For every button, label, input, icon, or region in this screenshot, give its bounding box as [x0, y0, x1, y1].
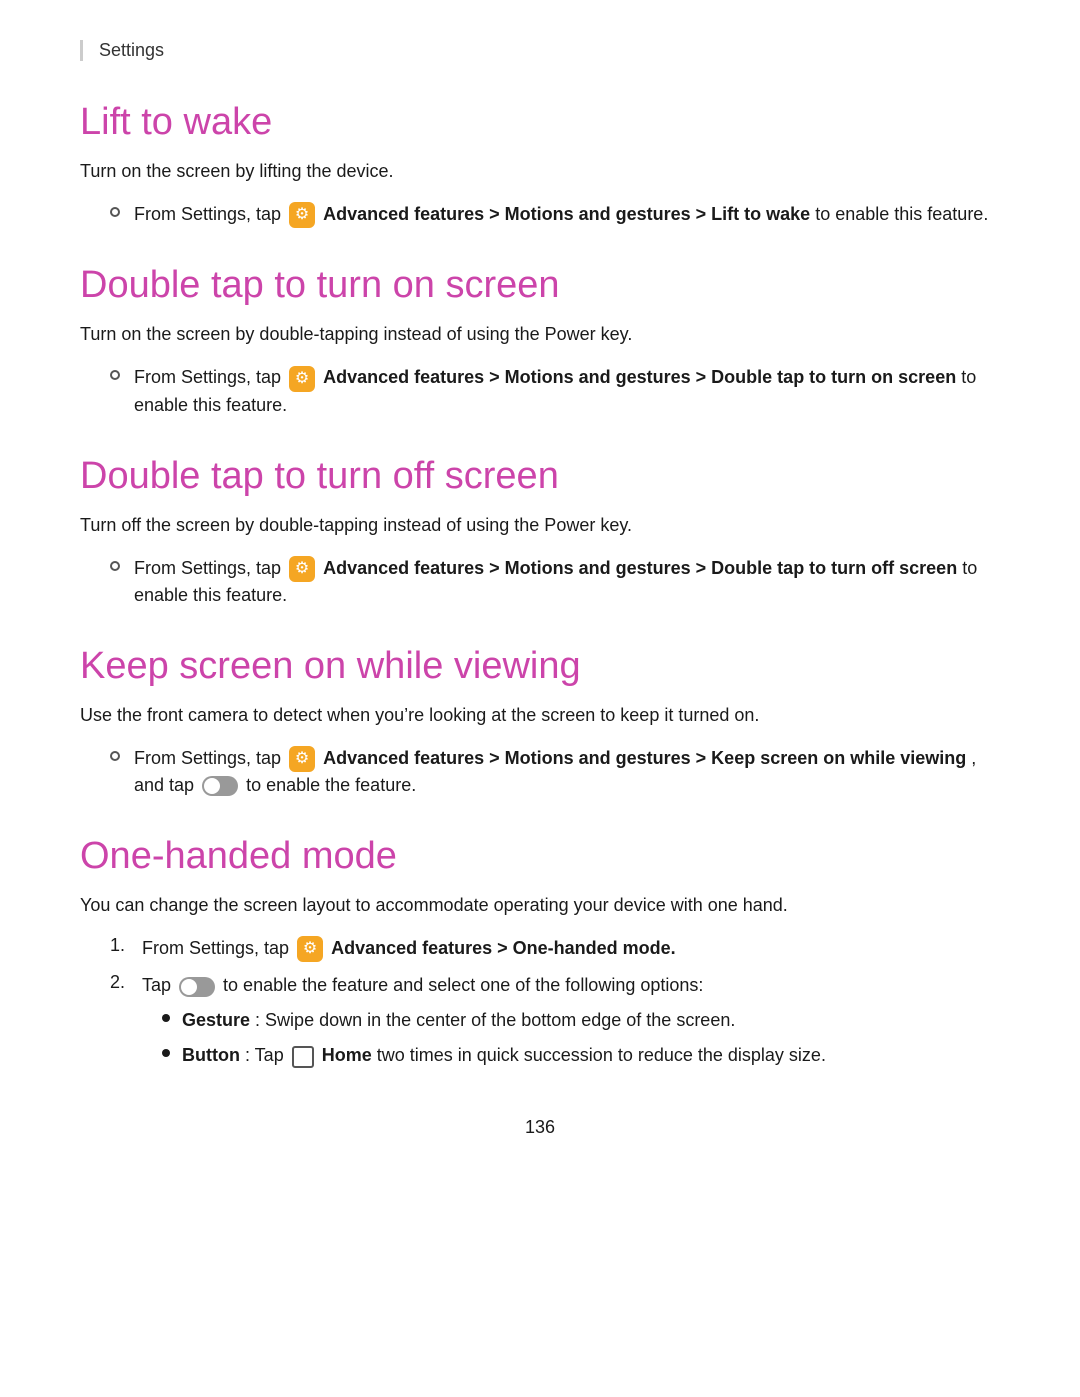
bullet-text-keep-screen-on: From Settings, tap Advanced features > M…: [134, 745, 1000, 799]
text-suffix: to enable the feature and select one of …: [223, 975, 703, 995]
bullet-lift-to-wake: From Settings, tap Advanced features > M…: [110, 201, 1000, 228]
bold-nav-text: Advanced features > One-handed mode.: [331, 938, 676, 958]
toggle-icon: [179, 977, 215, 997]
section-double-tap-on: Double tap to turn on screen Turn on the…: [80, 264, 1000, 418]
numbered-label-2: 2.: [110, 972, 142, 993]
text-prefix: From Settings, tap: [134, 748, 286, 768]
bullet-text-double-tap-off: From Settings, tap Advanced features > M…: [134, 555, 1000, 609]
bullet-circle-icon: [110, 561, 120, 571]
page-header: Settings: [80, 40, 1000, 61]
bold-gesture: Gesture: [182, 1010, 250, 1030]
section-desc-lift-to-wake: Turn on the screen by lifting the device…: [80, 158, 1000, 185]
sub-bullet-text-gesture: Gesture : Swipe down in the center of th…: [182, 1007, 735, 1034]
bullet-circle-icon: [110, 207, 120, 217]
sub-bullet-dot: [162, 1014, 170, 1022]
section-title-lift-to-wake: Lift to wake: [80, 101, 1000, 144]
section-title-double-tap-off: Double tap to turn off screen: [80, 455, 1000, 498]
numbered-text-1: From Settings, tap Advanced features > O…: [142, 935, 676, 962]
bold-nav-text: Advanced features > Motions and gestures…: [323, 367, 961, 387]
text-prefix: From Settings, tap: [134, 367, 286, 387]
sub-bullet-text-button: Button : Tap Home two times in quick suc…: [182, 1042, 826, 1069]
numbered-label-1: 1.: [110, 935, 142, 956]
home-label: Home: [322, 1045, 377, 1065]
settings-icon: [289, 746, 315, 772]
gesture-desc: : Swipe down in the center of the bottom…: [255, 1010, 735, 1030]
bullet-keep-screen-on: From Settings, tap Advanced features > M…: [110, 745, 1000, 799]
section-title-keep-screen-on: Keep screen on while viewing: [80, 645, 1000, 688]
section-desc-double-tap-off: Turn off the screen by double-tapping in…: [80, 512, 1000, 539]
section-lift-to-wake: Lift to wake Turn on the screen by lifti…: [80, 101, 1000, 228]
text-suffix: to enable this feature.: [815, 204, 988, 224]
section-double-tap-off: Double tap to turn off screen Turn off t…: [80, 455, 1000, 609]
settings-icon: [289, 202, 315, 228]
bold-button: Button: [182, 1045, 240, 1065]
section-keep-screen-on: Keep screen on while viewing Use the fro…: [80, 645, 1000, 799]
sub-bullet-dot: [162, 1049, 170, 1057]
bullet-text-double-tap-on: From Settings, tap Advanced features > M…: [134, 364, 1000, 418]
sub-bullet-gesture: Gesture : Swipe down in the center of th…: [162, 1007, 826, 1034]
header-label: Settings: [99, 40, 164, 60]
text-prefix: From Settings, tap: [134, 558, 286, 578]
sub-bullet-list: Gesture : Swipe down in the center of th…: [162, 1007, 826, 1069]
bold-nav-text: Advanced features > Motions and gestures…: [323, 204, 815, 224]
toggle-icon: [202, 776, 238, 796]
numbered-item-1: 1. From Settings, tap Advanced features …: [110, 935, 1000, 962]
sub-bullet-button: Button : Tap Home two times in quick suc…: [162, 1042, 826, 1069]
section-title-double-tap-on: Double tap to turn on screen: [80, 264, 1000, 307]
text-prefix: From Settings, tap: [134, 204, 286, 224]
bullet-double-tap-on: From Settings, tap Advanced features > M…: [110, 364, 1000, 418]
text-suffix: to enable the feature.: [246, 775, 416, 795]
settings-icon: [289, 556, 315, 582]
button-desc-suffix: two times in quick succession to reduce …: [377, 1045, 826, 1065]
bullet-double-tap-off: From Settings, tap Advanced features > M…: [110, 555, 1000, 609]
bullet-circle-icon: [110, 751, 120, 761]
home-icon: [292, 1046, 314, 1068]
section-title-one-handed-mode: One-handed mode: [80, 835, 1000, 878]
bullet-text-lift-to-wake: From Settings, tap Advanced features > M…: [134, 201, 988, 228]
text-prefix: From Settings, tap: [142, 938, 294, 958]
settings-icon: [289, 366, 315, 392]
section-desc-one-handed-mode: You can change the screen layout to acco…: [80, 892, 1000, 919]
text-prefix: Tap: [142, 975, 176, 995]
section-desc-keep-screen-on: Use the front camera to detect when you’…: [80, 702, 1000, 729]
numbered-item-2: 2. Tap to enable the feature and select …: [110, 972, 1000, 1077]
section-desc-double-tap-on: Turn on the screen by double-tapping ins…: [80, 321, 1000, 348]
section-one-handed-mode: One-handed mode You can change the scree…: [80, 835, 1000, 1077]
page-number: 136: [80, 1117, 1000, 1138]
bullet-circle-icon: [110, 370, 120, 380]
button-desc-prefix: : Tap: [245, 1045, 289, 1065]
settings-icon: [297, 936, 323, 962]
bold-nav-text: Advanced features > Motions and gestures…: [323, 558, 962, 578]
numbered-list-one-handed: 1. From Settings, tap Advanced features …: [110, 935, 1000, 1077]
bold-nav-text: Advanced features > Motions and gestures…: [323, 748, 966, 768]
numbered-text-2: Tap to enable the feature and select one…: [142, 972, 826, 1077]
